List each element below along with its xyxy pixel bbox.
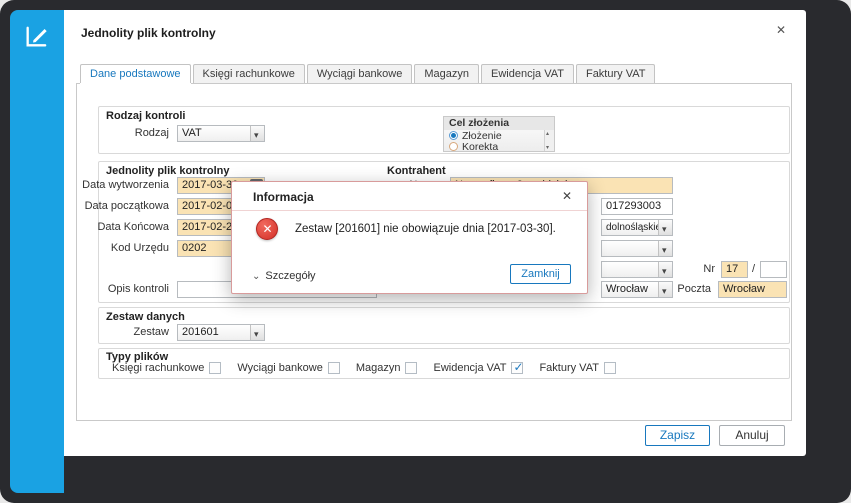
dialog-message: Zestaw [201601] nie obowiązuje dnia [201… (295, 223, 556, 235)
chevron-down-icon (252, 271, 260, 282)
select-value: Wrocław (606, 283, 648, 295)
wyciagi-bankowe-checkbox[interactable] (327, 362, 340, 374)
nr-separator: / (752, 263, 756, 275)
option-label: Korekta (462, 140, 499, 153)
chevron-down-icon (658, 262, 672, 277)
chevron-down-icon (250, 126, 264, 141)
app-frame: Jednolity plik kontrolny Dane podstawowe… (0, 0, 851, 503)
date-value: 2017-03-30 (182, 179, 239, 191)
dialog-close-icon[interactable] (561, 189, 575, 203)
regon-field[interactable]: 017293003 (601, 198, 673, 215)
faktury-vat-checkbox[interactable] (603, 362, 616, 374)
window-close-icon[interactable] (774, 22, 790, 38)
checkbox-label: Ewidencja VAT (433, 362, 507, 374)
data-poczatkowa-label: Data początkowa (84, 200, 169, 212)
checkbox-label: Księgi rachunkowe (112, 362, 205, 374)
kod-urzedu-label: Kod Urzędu (110, 242, 169, 254)
dialog-close-button[interactable]: Zamknij (510, 264, 571, 284)
nr-lokal-field[interactable] (760, 261, 787, 278)
filetype-faktury-vat: Faktury VAT (539, 362, 616, 374)
scroll-up-icon[interactable] (546, 130, 549, 137)
filetype-magazyn: Magazyn (356, 362, 418, 374)
option-korekta[interactable]: Korekta (444, 140, 554, 153)
wojewodztwo-select[interactable]: dolnośląskie (601, 219, 673, 236)
select-value: 201601 (182, 326, 219, 338)
details-toggle[interactable]: Szczegóły (252, 270, 316, 282)
korekta-radio[interactable] (449, 142, 458, 151)
opis-kontroli-label: Opis kontroli (107, 283, 169, 295)
checkbox-label: Magazyn (355, 362, 401, 374)
filetype-ksiegi-rachunkowe: Księgi rachunkowe (112, 362, 222, 374)
filetype-checkbox-row: Księgi rachunkowe Wyciągi bankowe Magazy… (112, 360, 632, 374)
sidebar (10, 10, 64, 493)
data-wytworzenia-label: Data wytworzenia (82, 179, 169, 191)
date-value: 2017-02-28 (182, 221, 239, 233)
group-typy-plikow: Typy plików Księgi rachunkowe Wyciągi ba… (98, 348, 790, 379)
group-zestaw-danych: Zestaw danych Zestaw 201601 (98, 307, 790, 344)
zestaw-label: Zestaw (133, 326, 169, 338)
kontrahent-title: Kontrahent (387, 165, 446, 177)
chevron-down-icon (658, 282, 672, 297)
zlozenie-radio[interactable] (449, 131, 458, 140)
chevron-down-icon (658, 220, 672, 235)
zestaw-select[interactable]: 201601 (177, 324, 265, 341)
tab-faktury-vat[interactable]: Faktury VAT (575, 64, 656, 83)
dialog-title: Informacja (253, 190, 314, 204)
save-button[interactable]: Zapisz (645, 425, 710, 446)
tab-ewidencja-vat[interactable]: Ewidencja VAT (481, 64, 574, 83)
cancel-button[interactable]: Anuluj (719, 425, 785, 446)
group-title: Jednolity plik kontrolny (106, 165, 230, 177)
edit-document-icon[interactable] (23, 22, 51, 50)
list-scrollbar[interactable] (544, 130, 554, 151)
chevron-down-icon (250, 325, 264, 340)
tab-bar: Dane podstawowe Księgi rachunkowe Wyciąg… (80, 64, 656, 83)
magazyn-checkbox[interactable] (405, 362, 418, 374)
error-icon (256, 218, 278, 240)
date-value: 2017-02-01 (182, 200, 239, 212)
cel-zlozenia-title: Cel złożenia (444, 117, 554, 130)
window-title: Jednolity plik kontrolny (81, 26, 216, 40)
tab-dane-podstawowe[interactable]: Dane podstawowe (80, 64, 191, 83)
ksiegi-rachunkowe-checkbox[interactable] (209, 362, 222, 374)
data-koncowa-label: Data Końcowa (97, 221, 169, 233)
select-value: 0202 (182, 242, 207, 254)
info-dialog: Informacja Zestaw [201601] nie obowiązuj… (231, 181, 588, 294)
poczta-field[interactable]: Wrocław (718, 281, 787, 298)
checkbox-label: Faktury VAT (539, 362, 599, 374)
select-value: dolnośląskie (606, 222, 662, 233)
scroll-down-icon[interactable] (546, 144, 549, 151)
rodzaj-select[interactable]: VAT (177, 125, 265, 142)
nr-label: Nr (703, 263, 715, 275)
chevron-down-icon (658, 241, 672, 256)
tab-wyciagi-bankowe[interactable]: Wyciągi bankowe (306, 64, 413, 83)
rodzaj-select-value: VAT (182, 127, 202, 139)
checkbox-label: Wyciągi bankowe (237, 362, 323, 374)
group-title: Zestaw danych (106, 311, 185, 323)
filetype-wyciagi-bankowe: Wyciągi bankowe (237, 362, 340, 374)
option-zlozenie[interactable]: Złożenie (444, 130, 554, 142)
kontrahent-select-4[interactable] (601, 240, 673, 257)
details-label: Szczegóły (265, 270, 316, 282)
nr-field[interactable]: 17 (721, 261, 748, 278)
miejscowosc-select[interactable]: Wrocław (601, 281, 673, 298)
tab-magazyn[interactable]: Magazyn (414, 64, 479, 83)
rodzaj-label: Rodzaj (134, 127, 169, 139)
group-title: Rodzaj kontroli (106, 110, 186, 122)
dialog-header: Informacja (232, 182, 587, 211)
tab-ksiegi-rachunkowe[interactable]: Księgi rachunkowe (192, 64, 305, 83)
cel-zlozenia-list: Cel złożenia Złożenie Korekta (443, 116, 555, 153)
poczta-label: Poczta (677, 283, 711, 295)
group-rodzaj-kontroli: Rodzaj kontroli Rodzaj VAT Cel złożenia … (98, 106, 790, 154)
kontrahent-select-5[interactable] (601, 261, 673, 278)
ewidencja-vat-checkbox[interactable] (511, 360, 524, 374)
filetype-ewidencja-vat: Ewidencja VAT (433, 360, 524, 374)
